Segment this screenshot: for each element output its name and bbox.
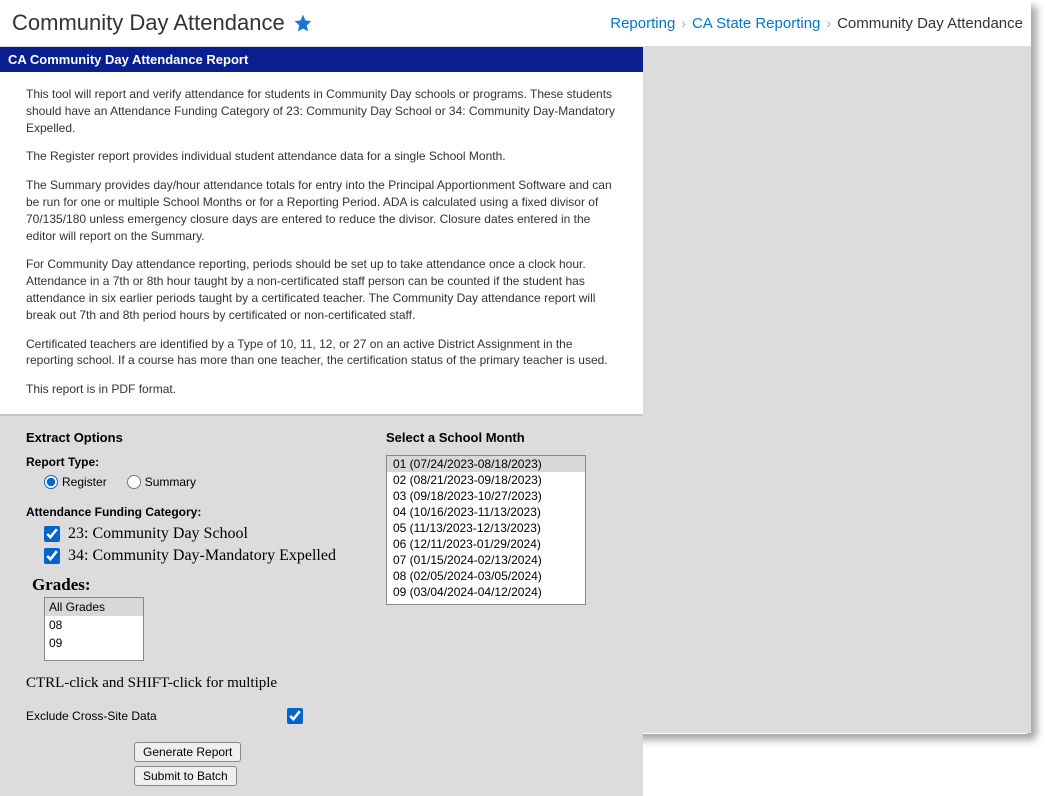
info-paragraph: The Register report provides individual … bbox=[26, 148, 617, 165]
grades-label: Grades: bbox=[32, 575, 346, 595]
grades-option[interactable]: 08 bbox=[45, 616, 143, 634]
report-type-label: Report Type: bbox=[26, 455, 346, 469]
school-month-option[interactable]: 04 (10/16/2023-11/13/2023) bbox=[387, 504, 585, 520]
grades-select[interactable]: All Grades 08 09 bbox=[44, 597, 144, 661]
school-month-option[interactable]: 01 (07/24/2023-08/18/2023) bbox=[387, 456, 585, 472]
breadcrumb-current: Community Day Attendance bbox=[837, 15, 1023, 32]
breadcrumb-reporting[interactable]: Reporting bbox=[610, 15, 675, 32]
grades-option[interactable]: 09 bbox=[45, 634, 143, 652]
exclude-cross-site-label: Exclude Cross-Site Data bbox=[26, 709, 157, 723]
info-paragraph: This tool will report and verify attenda… bbox=[26, 86, 617, 136]
school-month-option[interactable]: 06 (12/11/2023-01/29/2024) bbox=[387, 536, 585, 552]
afc-34-label: 34: Community Day-Mandatory Expelled bbox=[68, 547, 336, 565]
info-paragraph: The Summary provides day/hour attendance… bbox=[26, 177, 617, 244]
report-type-register-radio[interactable] bbox=[44, 475, 58, 489]
report-type-register-label: Register bbox=[62, 475, 107, 489]
submit-to-batch-button[interactable]: Submit to Batch bbox=[134, 766, 237, 786]
school-month-option[interactable]: 02 (08/21/2023-09/18/2023) bbox=[387, 472, 585, 488]
chevron-right-icon: › bbox=[826, 15, 831, 31]
info-text: This tool will report and verify attenda… bbox=[0, 72, 643, 416]
school-month-option[interactable]: 08 (02/05/2024-03/05/2024) bbox=[387, 568, 585, 584]
page-header: Community Day Attendance Reporting › CA … bbox=[0, 0, 1031, 47]
afc-23-checkbox[interactable] bbox=[44, 526, 60, 542]
extract-options-form: Extract Options Report Type: Register Su… bbox=[0, 416, 643, 796]
school-month-option[interactable]: 07 (01/15/2024-02/13/2024) bbox=[387, 552, 585, 568]
info-paragraph: This report is in PDF format. bbox=[26, 381, 617, 398]
info-paragraph: Certificated teachers are identified by … bbox=[26, 336, 617, 370]
page-title: Community Day Attendance bbox=[12, 10, 285, 36]
school-month-label: Select a School Month bbox=[386, 430, 606, 445]
afc-label: Attendance Funding Category: bbox=[26, 505, 346, 519]
school-month-option[interactable]: 05 (11/13/2023-12/13/2023) bbox=[387, 520, 585, 536]
grades-option-all[interactable]: All Grades bbox=[45, 598, 143, 616]
school-month-option[interactable]: 03 (09/18/2023-10/27/2023) bbox=[387, 488, 585, 504]
report-type-summary-label: Summary bbox=[145, 475, 196, 489]
exclude-cross-site-checkbox[interactable] bbox=[287, 708, 303, 724]
school-month-option[interactable]: 09 (03/04/2024-04/12/2024) bbox=[387, 584, 585, 600]
multi-select-hint: CTRL-click and SHIFT-click for multiple bbox=[26, 675, 346, 692]
panel-title: CA Community Day Attendance Report bbox=[0, 47, 643, 72]
info-paragraph: For Community Day attendance reporting, … bbox=[26, 256, 617, 323]
breadcrumb: Reporting › CA State Reporting › Communi… bbox=[610, 15, 1023, 32]
breadcrumb-ca-state-reporting[interactable]: CA State Reporting bbox=[692, 15, 820, 32]
afc-23-label: 23: Community Day School bbox=[68, 525, 248, 543]
report-panel: CA Community Day Attendance Report This … bbox=[0, 47, 643, 416]
afc-34-checkbox[interactable] bbox=[44, 548, 60, 564]
report-type-summary-radio[interactable] bbox=[127, 475, 141, 489]
generate-report-button[interactable]: Generate Report bbox=[134, 742, 241, 762]
chevron-right-icon: › bbox=[681, 15, 686, 31]
school-month-select[interactable]: 01 (07/24/2023-08/18/2023) 02 (08/21/202… bbox=[386, 455, 586, 605]
favorite-star-icon[interactable] bbox=[293, 13, 313, 33]
extract-options-label: Extract Options bbox=[26, 430, 346, 445]
